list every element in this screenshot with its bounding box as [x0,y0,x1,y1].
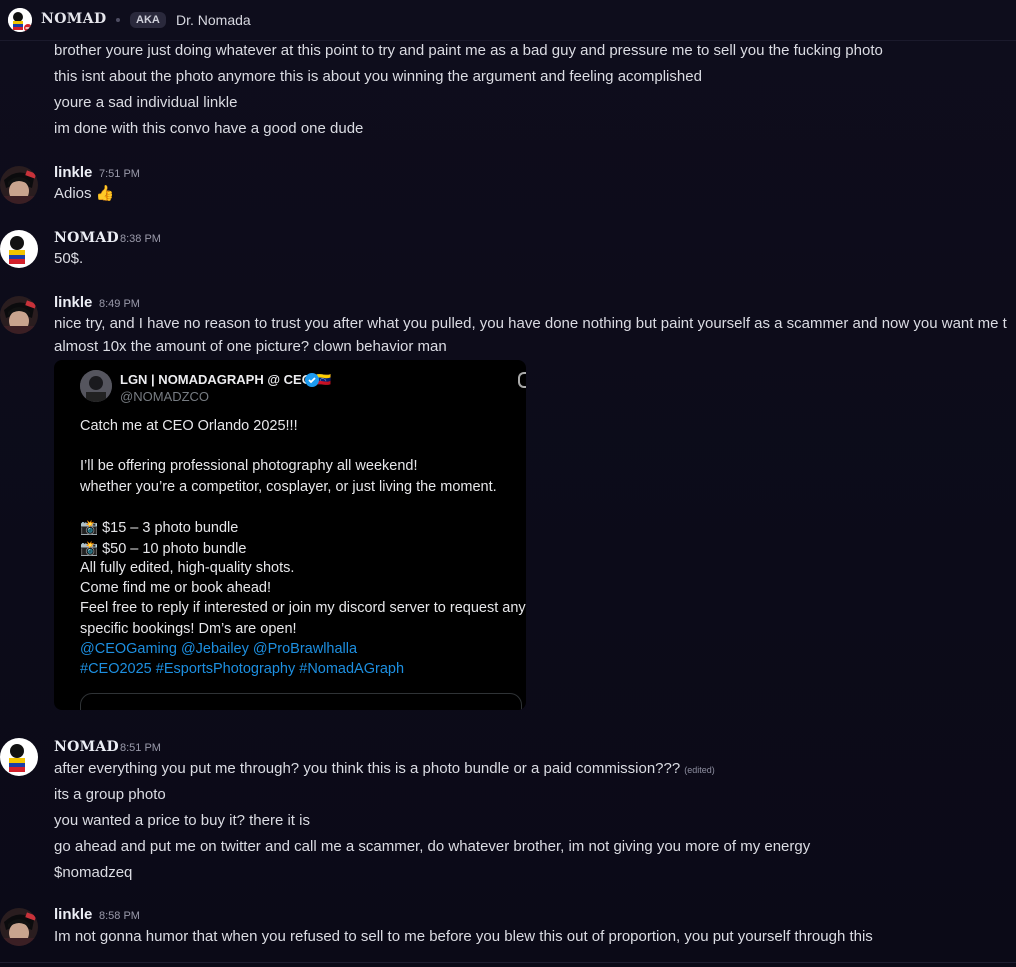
header-nickname: Dr. Nomada [176,12,251,28]
message-line: after everything you put me through? you… [54,759,715,780]
tweet-hashtags: #CEO2025 #EsportsPhotography #NomadAGrap… [80,661,405,677]
tweet-avatar [80,370,112,402]
message-line: youre a sad individual linkle [54,94,238,111]
message-line: go ahead and put me on twitter and call … [54,838,811,855]
message-line: brother youre just doing whatever at thi… [54,42,883,59]
tweet-text-line: Catch me at CEO Orlando 2025!!! [80,418,298,434]
edited-label: (edited) [684,765,715,775]
tweet-text-line: 📸 $15 – 3 photo bundle [80,520,239,536]
tweet-text-line: All fully edited, high-quality shots. [80,560,295,576]
linkle-avatar[interactable] [0,908,38,946]
message-timestamp: 7:51 PM [99,168,140,180]
message-author[interactable]: NOMAD [54,230,119,246]
verified-badge-icon [305,373,319,387]
tweet-text-line: whether you’re a competitor, cosplayer, … [80,479,497,495]
tweet-mentions: @CEOGaming @Jebailey @ProBrawlhalla [80,641,358,657]
message-author[interactable]: linkle [54,294,92,311]
channel-header: NOMAD AKA Dr. Nomada [0,0,1016,41]
tweet-text-line: 📸 $50 – 10 photo bundle [80,541,247,557]
message-line: its a group photo [54,786,166,803]
message-line: nice try, and I have no reason to trust … [54,315,1007,332]
message-line: Im not gonna humor that when you refused… [54,928,873,945]
message-line: im done with this convo have a good one … [54,120,364,137]
message-line: almost 10x the amount of one picture? cl… [54,338,447,355]
linkle-avatar[interactable] [0,166,38,204]
tweet-text-line: specific bookings! Dm’s are open! [80,621,297,637]
message-timestamp: 8:58 PM [99,910,140,922]
message-timestamp: 8:38 PM [120,233,161,245]
message-author[interactable]: NOMAD [54,739,119,755]
tweet-image-attachment[interactable]: LGN | NOMADAGRAPH @ CEO 🇻🇪 @NOMADZCO Cat… [54,360,526,710]
tweet-display-name: LGN | NOMADAGRAPH @ CEO 🇻🇪 [120,372,332,387]
tweet-quote-card [80,693,522,710]
aka-badge: AKA [130,12,166,28]
message-line: $nomadzeq [54,864,133,881]
message-timestamp: 8:51 PM [120,742,161,754]
header-username: NOMAD [41,11,107,27]
nomad-avatar[interactable] [0,230,38,268]
message-line: Adios 👍 [54,185,115,202]
message-timestamp: 8:49 PM [99,298,140,310]
message-line: you wanted a price to buy it? there it i… [54,812,310,829]
tweet-text-line: Come find me or book ahead! [80,580,272,596]
message-text: after everything you put me through? you… [54,760,681,777]
message-line: 50$. [54,250,84,267]
nomad-avatar[interactable] [0,738,38,776]
separator-dot [116,18,120,22]
divider [0,962,1016,963]
message-author[interactable]: linkle [54,906,92,923]
message-line: this isnt about the photo anymore this i… [54,68,702,85]
header-avatar[interactable] [8,8,32,32]
tweet-handle: @NOMADZCO [120,389,210,404]
message-author[interactable]: linkle [54,164,92,181]
tweet-text-line: Feel free to reply if interested or join… [80,600,526,616]
more-icon [518,372,526,388]
tweet-text-line: I’ll be offering professional photograph… [80,458,418,474]
linkle-avatar[interactable] [0,296,38,334]
